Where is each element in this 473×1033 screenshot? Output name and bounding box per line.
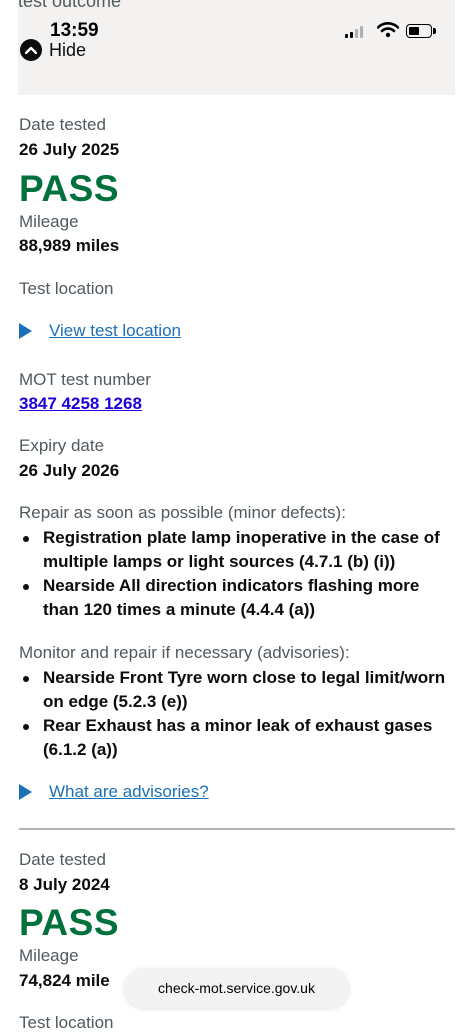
advisories-list: Nearside Front Tyre worn close to legal … (19, 666, 455, 762)
date-tested-value: 8 July 2024 (19, 875, 110, 894)
chevron-up-icon (20, 39, 42, 61)
advisories-label: Monitor and repair if necessary (advisor… (19, 643, 350, 662)
mot-test-number-link[interactable]: 3847 4258 1268 (19, 394, 142, 414)
hide-label: Hide (49, 39, 87, 60)
expiry-date-label: Expiry date (19, 436, 105, 455)
minor-defects-label: Repair as soon as possible (minor defect… (19, 503, 346, 522)
minor-defects-list: Registration plate lamp inoperative in t… (19, 526, 455, 622)
expiry-date-value: 26 July 2026 (19, 461, 120, 480)
mot-test-number-label: MOT test number (19, 370, 151, 389)
status-bar: test outcome 13:59 Hide (0, 0, 473, 95)
triangle-right-icon (19, 323, 32, 339)
mileage-label: Mileage (19, 212, 79, 231)
date-tested-value: 26 July 2025 (19, 140, 120, 159)
view-test-location-link[interactable]: View test location (49, 321, 181, 341)
list-item: Registration plate lamp inoperative in t… (19, 526, 455, 574)
what-are-advisories-details[interactable]: What are advisories? (19, 782, 209, 802)
view-test-location-details[interactable]: View test location (19, 321, 181, 341)
section-heading-cut: test outcome (18, 0, 122, 11)
test-result-pass: PASS (19, 168, 120, 209)
battery-icon (406, 24, 436, 38)
cellular-signal-icon (345, 26, 363, 38)
browser-url-bar[interactable]: check-mot.service.gov.uk (124, 968, 349, 1008)
test-result-pass: PASS (19, 902, 120, 943)
triangle-right-icon (19, 784, 32, 800)
wifi-icon (377, 22, 399, 38)
url-text: check-mot.service.gov.uk (158, 980, 315, 996)
list-item: Rear Exhaust has a minor leak of exhaust… (19, 714, 455, 762)
what-are-advisories-link[interactable]: What are advisories? (49, 782, 209, 802)
mileage-value: 88,989 miles (19, 236, 120, 255)
hide-button[interactable]: Hide (20, 39, 86, 61)
test-location-label: Test location (19, 1013, 114, 1032)
list-item: Nearside Front Tyre worn close to legal … (19, 666, 455, 714)
mileage-label: Mileage (19, 946, 79, 965)
list-item: Nearside All direction indicators flashi… (19, 574, 455, 622)
date-tested-label: Date tested (19, 850, 106, 869)
section-divider (19, 828, 455, 830)
test-location-label: Test location (19, 279, 114, 298)
mileage-value: 74,824 mile (19, 971, 110, 990)
date-tested-label: Date tested (19, 115, 106, 134)
